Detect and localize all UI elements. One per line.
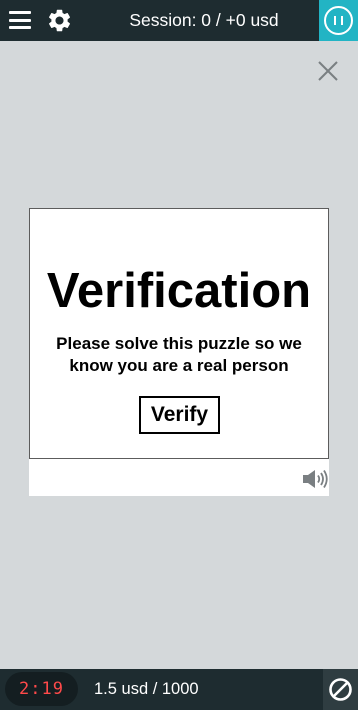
verification-message: Please solve this puzzle so we know you …	[56, 334, 302, 375]
countdown-timer: 2:19	[5, 672, 78, 706]
audio-strip	[29, 459, 329, 496]
pause-button[interactable]	[319, 0, 358, 41]
hamburger-menu-icon[interactable]	[9, 10, 31, 30]
gear-icon[interactable]	[46, 7, 73, 34]
bottom-bar: 2:19 1.5 usd / 1000	[0, 669, 358, 710]
pause-icon	[324, 6, 353, 35]
verify-button[interactable]: Verify	[139, 396, 220, 434]
top-bar: Session: 0 / +0 usd	[0, 0, 358, 41]
block-icon	[329, 678, 352, 701]
verification-title: Verification	[46, 264, 312, 318]
close-icon[interactable]	[317, 60, 339, 82]
speaker-icon[interactable]	[302, 469, 328, 489]
earnings-status: 1.5 usd / 1000	[94, 680, 199, 698]
verification-dialog: Verification Please solve this puzzle so…	[29, 208, 329, 459]
session-status: Session: 0 / +0 usd	[129, 10, 279, 30]
block-button[interactable]	[323, 669, 358, 710]
